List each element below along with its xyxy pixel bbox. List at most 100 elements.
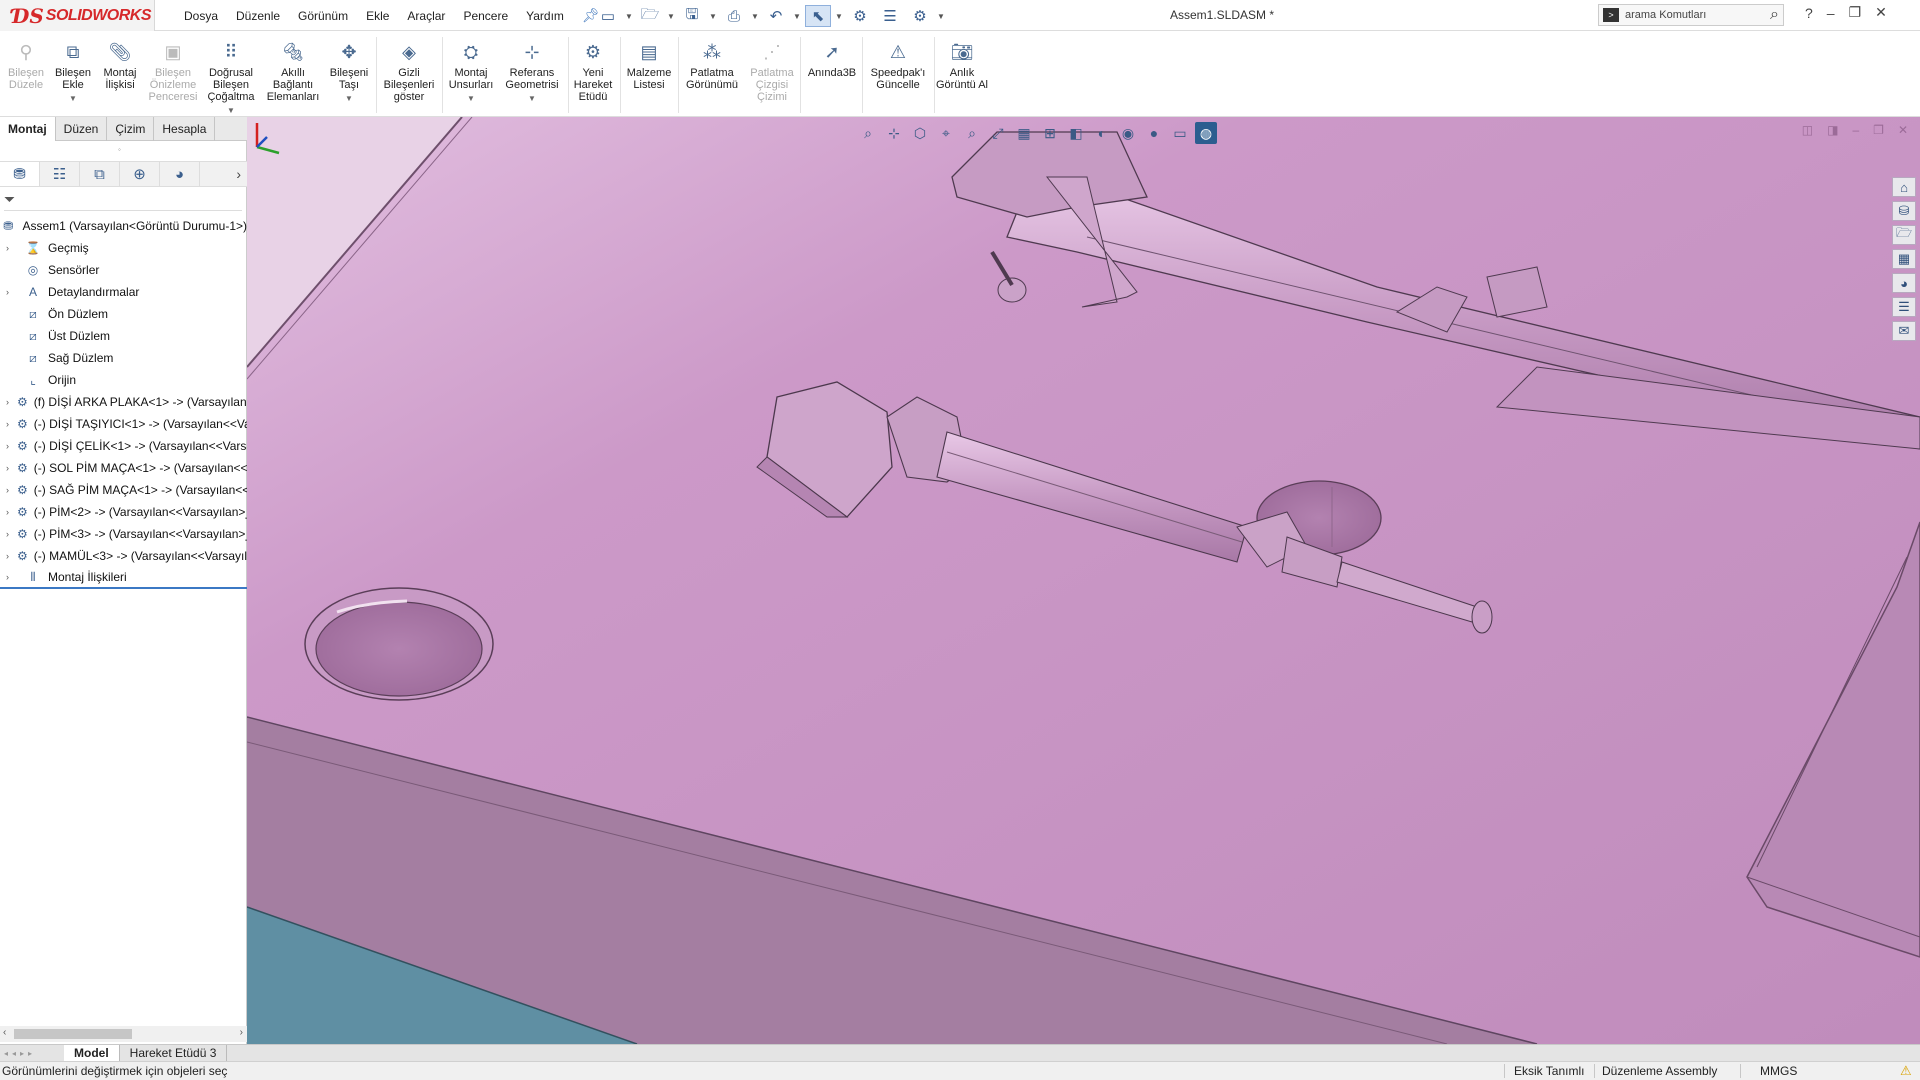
tab-cizim[interactable]: Çizim bbox=[107, 117, 155, 141]
view-palette-icon[interactable]: ▦ bbox=[1892, 249, 1916, 269]
panel-splitter-handle[interactable]: ◦ bbox=[118, 145, 121, 154]
tab-montaj[interactable]: Montaj bbox=[0, 117, 56, 141]
tree-item[interactable]: › ⚙ (-) DİŞİ TAŞIYICI<1> -> (Varsayılan<<V… bbox=[0, 413, 247, 435]
ribbon-snapshot[interactable]: 📷︎ Anlık Görüntü Al bbox=[936, 41, 988, 91]
viewport-minimize-icon[interactable]: – bbox=[1852, 123, 1859, 137]
expand-arrow-icon[interactable]: › bbox=[6, 419, 9, 429]
menu-edit[interactable]: Düzenle bbox=[227, 9, 289, 23]
ribbon-move-component[interactable]: ✥ Bileşeni Taşı ▼ bbox=[326, 41, 372, 105]
save-icon[interactable]: 🖫︎ bbox=[679, 5, 705, 27]
tile-view-icon[interactable]: ◨ bbox=[1827, 123, 1838, 137]
rebuild-icon[interactable]: ⚙ bbox=[847, 5, 873, 27]
home-icon[interactable]: ⌂ bbox=[1892, 177, 1916, 197]
forum-icon[interactable]: ✉ bbox=[1892, 321, 1916, 341]
zoom-area-icon[interactable]: ⊹ bbox=[883, 122, 905, 144]
property-manager-tab-icon[interactable]: ☷ bbox=[40, 162, 80, 186]
section-view-icon[interactable]: ⌖ bbox=[935, 122, 957, 144]
tree-filter-icon[interactable]: ⏷ bbox=[4, 191, 242, 211]
render-tools-icon[interactable]: ◍ bbox=[1195, 122, 1217, 144]
tree-item[interactable]: › A Detaylandırmalar bbox=[0, 281, 247, 303]
tab-model[interactable]: Model bbox=[64, 1044, 120, 1062]
rebuild-warning-icon[interactable]: ⚠ bbox=[1900, 1063, 1912, 1079]
tab-navigation-arrows-icon[interactable]: ◂◂▸▸ bbox=[0, 1049, 64, 1058]
insert-component-dropdown-icon[interactable]: ▼ bbox=[50, 93, 96, 105]
command-search[interactable]: > arama Komutları ⌕ bbox=[1598, 4, 1784, 26]
tree-item[interactable]: › ⚙ (f) DİŞİ ARKA PLAKA<1> -> (Varsayılan<… bbox=[0, 391, 247, 413]
tree-item[interactable]: › ⚙ (-) DİŞİ ÇELİK<1> -> (Varsayılan<<Vars… bbox=[0, 435, 247, 457]
expand-arrow-icon[interactable]: › bbox=[6, 463, 9, 473]
new-document-icon[interactable]: ▭ bbox=[595, 5, 621, 27]
tree-item[interactable]: › ⚙ (-) SAĞ PİM MAÇA<1> -> (Varsayılan<<Va… bbox=[0, 479, 247, 501]
menu-window[interactable]: Pencere bbox=[454, 9, 517, 23]
select-dropdown-icon[interactable]: ▼ bbox=[835, 12, 843, 21]
expand-arrow-icon[interactable]: › bbox=[6, 507, 9, 517]
minimize-icon[interactable]: – bbox=[1827, 5, 1835, 21]
close-icon[interactable]: ✕ bbox=[1875, 4, 1887, 21]
ribbon-mate[interactable]: 📎︎ Montaj İlişkisi bbox=[98, 41, 142, 91]
tree-item[interactable]: › ⦀ Montaj İlişkileri bbox=[0, 567, 247, 589]
tree-item[interactable]: ›◎Sensörler bbox=[0, 259, 247, 281]
menu-view[interactable]: Görünüm bbox=[289, 9, 357, 23]
zoom-to-fit-icon[interactable]: ⌕ bbox=[857, 122, 879, 144]
options-gear-icon[interactable]: ⚙ bbox=[907, 5, 933, 27]
unit-system-selector[interactable]: MMGS bbox=[1760, 1064, 1797, 1078]
tree-item[interactable]: ›⧄Sağ Düzlem bbox=[0, 347, 247, 369]
viewport-restore-icon[interactable]: ❐ bbox=[1873, 123, 1884, 137]
display-manager-tab-icon[interactable]: ◕ bbox=[160, 162, 200, 186]
display-style-icon[interactable]: ▦ bbox=[1013, 122, 1035, 144]
assembly-features-dropdown-icon[interactable]: ▼ bbox=[446, 93, 496, 105]
tree-item[interactable]: › ⚙ (-) PİM<3> -> (Varsayılan<<Varsayılan>… bbox=[0, 523, 247, 545]
apply-scene-icon[interactable]: ◐ bbox=[1091, 122, 1113, 144]
print-dropdown-icon[interactable]: ▼ bbox=[751, 12, 759, 21]
linear-pattern-dropdown-icon[interactable]: ▼ bbox=[204, 105, 258, 117]
ribbon-instant3d[interactable]: ➚ Anında3B bbox=[804, 41, 860, 79]
tree-item[interactable]: › ⌛ Geçmiş bbox=[0, 237, 247, 259]
tree-item[interactable]: ⛃ Assem1 (Varsayılan<Görüntü Durumu-1>) bbox=[0, 215, 247, 237]
undo-icon[interactable]: ↶ bbox=[763, 5, 789, 27]
ribbon-explode-line[interactable]: ⋰ Patlatma Çizgisi Çizimi bbox=[746, 41, 798, 103]
ribbon-insert-component[interactable]: ⧉ Bileşen Ekle ▼ bbox=[50, 41, 96, 105]
appearances-icon[interactable]: ◕ bbox=[1892, 273, 1916, 293]
monitor-icon[interactable]: ▭ bbox=[1169, 122, 1191, 144]
viewport-close-icon[interactable]: ✕ bbox=[1898, 123, 1908, 137]
expand-arrow-icon[interactable]: › bbox=[6, 287, 16, 297]
file-explorer-icon[interactable]: 🗁︎ bbox=[1892, 225, 1916, 245]
ribbon-reference-geometry[interactable]: ⊹ Referans Geometrisi ▼ bbox=[500, 41, 564, 105]
tree-item[interactable]: ›⌞Orijin bbox=[0, 369, 247, 391]
horizontal-scrollbar[interactable]: ‹ › bbox=[0, 1026, 247, 1042]
expand-arrow-icon[interactable]: › bbox=[6, 551, 9, 561]
expand-arrow-icon[interactable]: › bbox=[6, 243, 16, 253]
view-settings-icon[interactable]: ◉ bbox=[1117, 122, 1139, 144]
tree-item[interactable]: › ⚙ (-) PİM<2> -> (Varsayılan<<Varsayılan>… bbox=[0, 501, 247, 523]
tab-duzen[interactable]: Düzen bbox=[56, 117, 108, 141]
open-folder-icon[interactable]: 🗁︎ bbox=[637, 5, 663, 27]
menu-file[interactable]: Dosya bbox=[175, 9, 227, 23]
scroll-left-icon[interactable]: ‹ bbox=[3, 1027, 6, 1038]
print-icon[interactable]: ⎙ bbox=[721, 5, 747, 27]
scroll-right-icon[interactable]: › bbox=[240, 1027, 243, 1038]
expand-arrow-icon[interactable]: › bbox=[6, 529, 9, 539]
search-icon[interactable]: ⌕ bbox=[1770, 6, 1779, 24]
tree-item[interactable]: › ⚙ (-) MAMÜL<3> -> (Varsayılan<<Varsayıla… bbox=[0, 545, 247, 567]
ribbon-assembly-features[interactable]: ⛭ Montaj Unsurları ▼ bbox=[446, 41, 496, 105]
expand-arrow-icon[interactable]: › bbox=[6, 441, 9, 451]
reference-geometry-dropdown-icon[interactable]: ▼ bbox=[500, 93, 564, 105]
menu-insert[interactable]: Ekle bbox=[357, 9, 398, 23]
realview-icon[interactable]: ● bbox=[1143, 122, 1165, 144]
scrollbar-thumb[interactable] bbox=[14, 1029, 132, 1039]
view-orientation-icon[interactable]: ⤢ bbox=[987, 122, 1009, 144]
file-properties-icon[interactable]: ☰ bbox=[877, 5, 903, 27]
ribbon-exploded-view[interactable]: ⁂ Patlatma Görünümü bbox=[680, 41, 744, 91]
menu-tools[interactable]: Araçlar bbox=[398, 9, 454, 23]
custom-properties-icon[interactable]: ☰ bbox=[1892, 297, 1916, 317]
split-view-icon[interactable]: ◫ bbox=[1802, 123, 1813, 137]
design-library-icon[interactable]: ⛁ bbox=[1892, 201, 1916, 221]
ribbon-speedpak[interactable]: ⚠ Speedpak'ı Güncelle bbox=[866, 41, 930, 91]
options-dropdown-icon[interactable]: ▼ bbox=[937, 12, 945, 21]
new-dropdown-icon[interactable]: ▼ bbox=[625, 12, 633, 21]
tree-item[interactable]: › ⚙ (-) SOL PİM MAÇA<1> -> (Varsayılan<<Va… bbox=[0, 457, 247, 479]
ribbon-fix-component[interactable]: ⚲ Bileşen Düzele bbox=[6, 41, 46, 91]
menu-help[interactable]: Yardım bbox=[517, 9, 573, 23]
graphics-area[interactable]: ⌕ ⊹ ⬡ ⌖ ⌕ ⤢ ▦ ⊞ ◧ ◐ ◉ ● ▭ ◍ ◫ ◨ – ❐ ✕ ⌂ … bbox=[247, 117, 1920, 1044]
ribbon-smart-fasteners[interactable]: 🔩︎ Akıllı Bağlantı Elemanları bbox=[262, 41, 324, 103]
